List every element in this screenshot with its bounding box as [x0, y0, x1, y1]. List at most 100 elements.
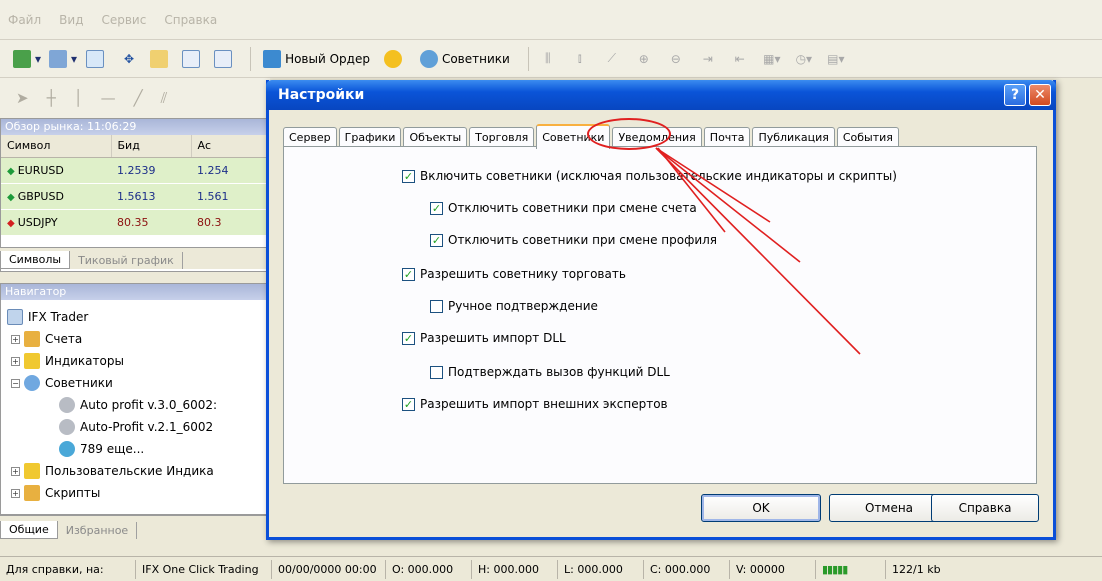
autoscroll-button[interactable]: ⇥ [695, 46, 721, 72]
option-disable-on-account-change[interactable]: ✓ Отключить советники при смене счета [430, 201, 697, 215]
tree-item-scripts[interactable]: + Скрипты [7, 482, 273, 504]
terminal-icon [182, 49, 201, 68]
checkbox-checked-icon[interactable]: ✓ [402, 267, 415, 281]
tab-common[interactable]: Общие [0, 521, 58, 539]
cursor-icon[interactable]: ➤ [16, 89, 29, 107]
collapse-icon[interactable]: − [11, 378, 20, 388]
profiles-icon [49, 49, 68, 68]
expand-icon[interactable]: + [11, 334, 20, 344]
navigator-button[interactable] [148, 46, 174, 72]
checkbox-unchecked-icon[interactable] [430, 365, 443, 379]
annotation-circle [587, 118, 671, 150]
option-allow-dll-imports[interactable]: ✓ Разрешить импорт DLL [402, 331, 566, 345]
tree-item-expert[interactable]: Auto profit v.3.0_6002: [7, 394, 273, 416]
toolbar-separator [527, 46, 529, 71]
navigator-caption: Навигатор [1, 284, 273, 300]
checkbox-checked-icon[interactable]: ✓ [402, 397, 415, 411]
menu-help[interactable]: Справка [164, 13, 217, 27]
expand-icon[interactable]: + [11, 356, 20, 366]
column-symbol[interactable]: Символ [1, 135, 112, 158]
tab-symbols[interactable]: Символы [0, 251, 71, 269]
candle-chart-button[interactable]: ⫾ [567, 46, 593, 72]
option-manual-confirmation[interactable]: Ручное подтверждение [430, 299, 598, 313]
option-disable-on-profile-change[interactable]: ✓ Отключить советники при смене профиля [430, 233, 717, 247]
profiles-button[interactable]: ▾ [48, 46, 78, 72]
tester-button[interactable] [212, 46, 238, 72]
chart-shift-button[interactable]: ⇤ [727, 46, 753, 72]
tree-item-experts[interactable]: − Советники [7, 372, 273, 394]
dialog-titlebar[interactable]: Настройки ? ✕ [266, 80, 1056, 110]
experts-icon [24, 375, 40, 391]
market-watch-tabs: Символы Тиковый график [0, 247, 274, 269]
tree-item-indicators[interactable]: + Индикаторы [7, 350, 273, 372]
tree-root[interactable]: IFX Trader [7, 306, 273, 328]
option-allow-live-trading[interactable]: ✓ Разрешить советнику торговать [402, 267, 626, 281]
expert-gear-icon [59, 397, 75, 413]
navigator-panel: Навигатор IFX Trader + Счета + Индикатор… [0, 283, 274, 515]
close-icon[interactable]: ✕ [1029, 84, 1051, 106]
table-row[interactable]: ◆ USDJPY 80.35 80.3 [1, 209, 273, 236]
checkbox-checked-icon[interactable]: ✓ [430, 201, 443, 215]
menu-view[interactable]: Вид [59, 13, 83, 27]
zoom-out-button[interactable]: ⊖ [663, 46, 689, 72]
dialog-title: Настройки [278, 87, 365, 103]
bid-cell: 1.5613 [111, 183, 191, 210]
symbol-cell: ◆ EURUSD [1, 157, 111, 184]
crosshair-icon[interactable]: ┼ [47, 89, 56, 107]
metaeditor-button[interactable] [382, 46, 408, 72]
checkbox-checked-icon[interactable]: ✓ [430, 233, 443, 247]
tree-item-expert[interactable]: Auto-Profit v.2.1_6002 [7, 416, 273, 438]
status-low: L: 000.000 [558, 559, 644, 579]
metaeditor-icon [383, 49, 402, 68]
menu-tools[interactable]: Сервис [101, 13, 146, 27]
option-label: Подтверждать вызов функций DLL [448, 365, 670, 379]
column-ask[interactable]: Ас [191, 135, 273, 158]
new-order-button[interactable]: Новый Ордер [257, 46, 376, 72]
zoom-in-button[interactable]: ⊕ [631, 46, 657, 72]
navigator-tabs: Общие Избранное [0, 515, 274, 539]
checkbox-unchecked-icon[interactable] [430, 299, 443, 313]
channel-icon[interactable]: ⫽ [161, 89, 168, 107]
tree-item-accounts[interactable]: + Счета [7, 328, 273, 350]
checkbox-checked-icon[interactable]: ✓ [402, 169, 415, 183]
horizontal-line-icon[interactable]: — [101, 89, 116, 107]
templates-button[interactable]: ▤▾ [823, 46, 849, 72]
expand-icon[interactable]: + [11, 466, 20, 476]
indicators-button[interactable]: ▦▾ [759, 46, 785, 72]
experts-toolbar-button[interactable]: Советники [414, 46, 516, 72]
option-allow-external-experts[interactable]: ✓ Разрешить импорт внешних экспертов [402, 397, 668, 411]
tree-item-more[interactable]: 789 еще... [7, 438, 273, 460]
status-profile: IFX One Click Trading [136, 559, 272, 579]
tab-tick-chart[interactable]: Тиковый график [70, 252, 183, 269]
accounts-icon [24, 331, 40, 347]
option-confirm-dll-calls[interactable]: Подтверждать вызов функций DLL [430, 365, 670, 379]
line-chart-button[interactable]: ⟋ [599, 46, 625, 72]
vertical-line-icon[interactable]: │ [74, 89, 83, 107]
help-button[interactable]: Справка [931, 494, 1039, 522]
expand-icon[interactable]: + [11, 488, 20, 498]
menu-bar: Файл Вид Сервис Справка [0, 0, 1102, 40]
checkbox-checked-icon[interactable]: ✓ [402, 331, 415, 345]
periods-button[interactable]: ◷▾ [791, 46, 817, 72]
option-enable-experts[interactable]: ✓ Включить советники (исключая пользоват… [402, 169, 897, 183]
ok-button[interactable]: OK [701, 494, 821, 522]
custom-indicators-icon [24, 463, 40, 479]
tree-item-custom-indicators[interactable]: + Пользовательские Индика [7, 460, 273, 482]
tab-favorites[interactable]: Избранное [58, 522, 138, 539]
experts-toolbar-label: Советники [441, 51, 510, 66]
status-help-text: Для справки, на: [0, 559, 136, 579]
help-icon[interactable]: ? [1004, 84, 1026, 106]
data-window-button[interactable]: ✥ [116, 46, 142, 72]
ask-cell: 80.3 [191, 209, 273, 236]
column-bid[interactable]: Бид [111, 135, 192, 158]
terminal-button[interactable] [180, 46, 206, 72]
option-label: Отключить советники при смене счета [448, 201, 697, 215]
bid-cell: 1.2539 [111, 157, 191, 184]
trendline-icon[interactable]: ╱ [134, 89, 143, 107]
market-watch-button[interactable] [84, 46, 110, 72]
new-chart-button[interactable]: ▾ [12, 46, 42, 72]
table-row[interactable]: ◆ GBPUSD 1.5613 1.561 [1, 183, 273, 210]
table-row[interactable]: ◆ EURUSD 1.2539 1.254 [1, 157, 273, 184]
bar-chart-button[interactable]: ⫼ [535, 46, 561, 72]
menu-file[interactable]: Файл [8, 13, 41, 27]
